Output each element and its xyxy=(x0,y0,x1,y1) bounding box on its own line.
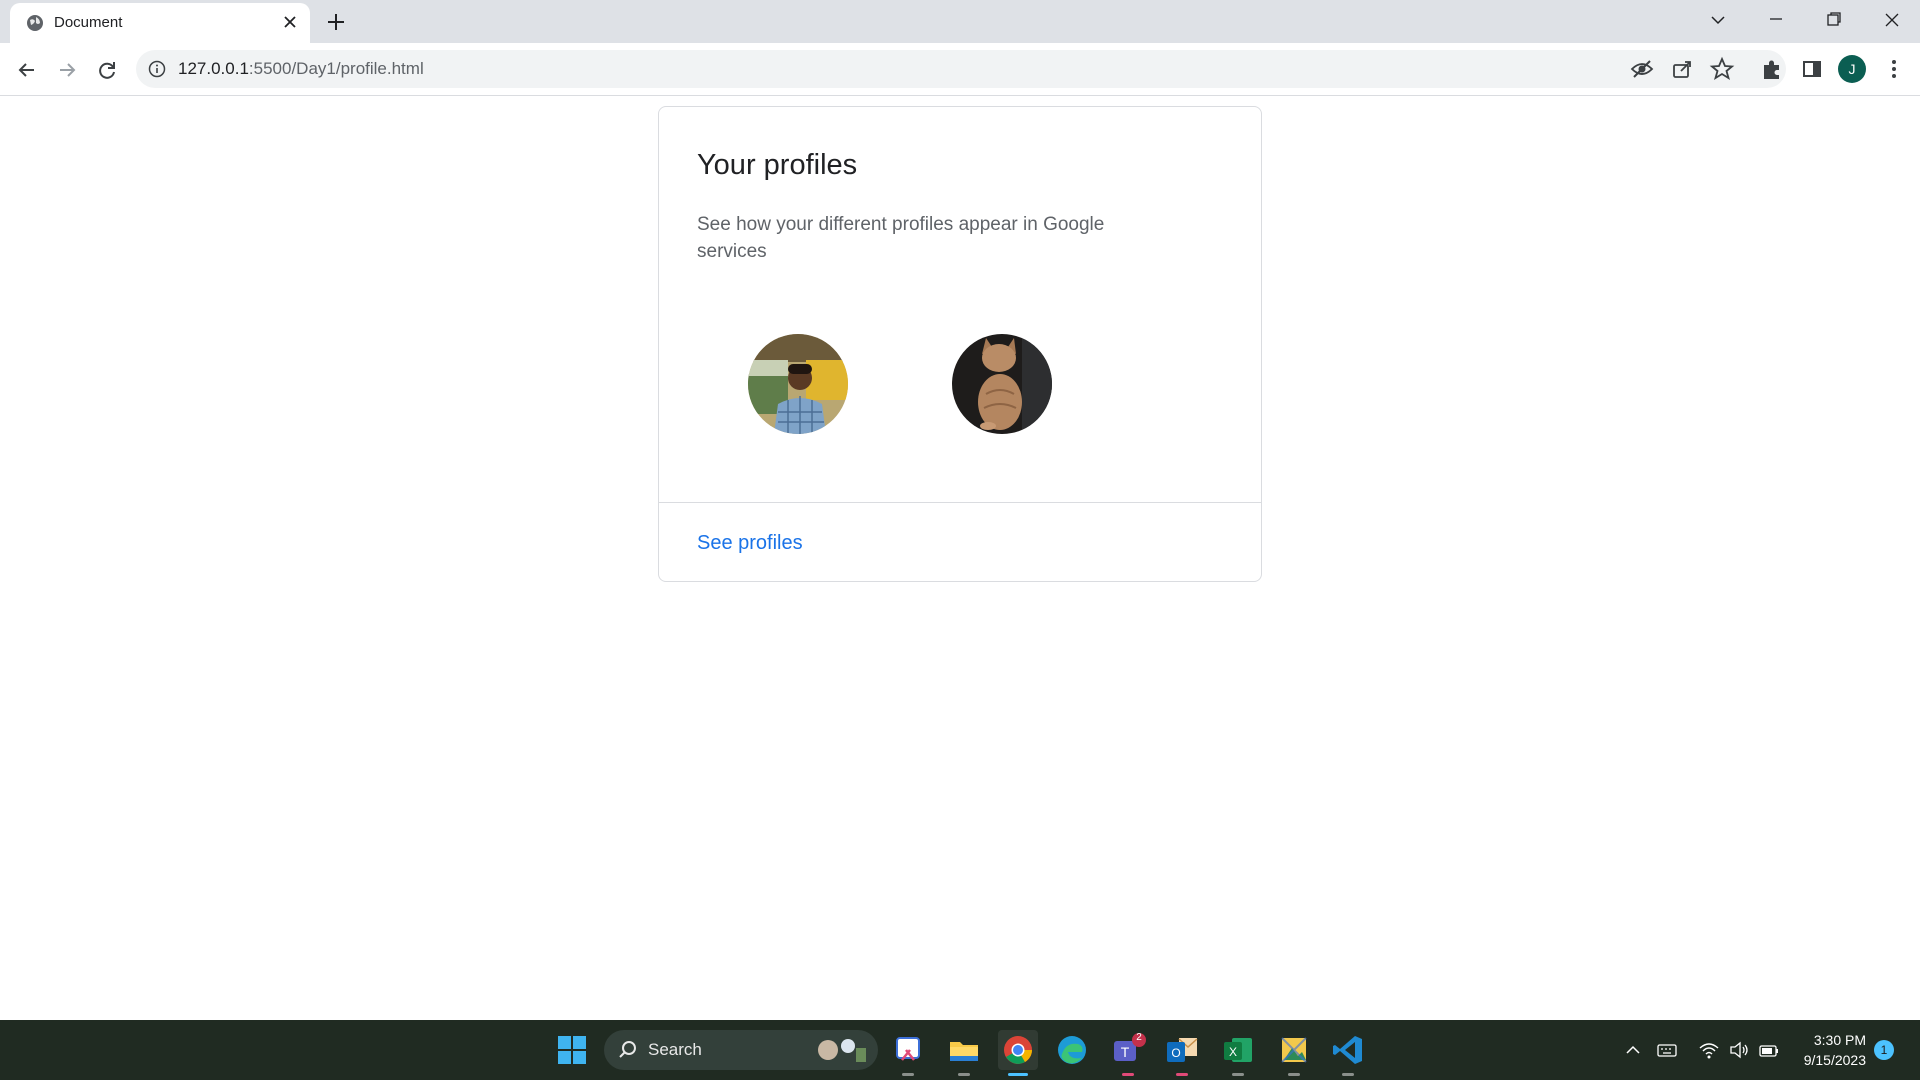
see-profiles-link[interactable]: See profiles xyxy=(697,532,803,555)
more-menu-icon[interactable] xyxy=(1880,55,1908,83)
url-text: 127.0.0.1:5500/Day1/profile.html xyxy=(178,59,424,79)
eye-off-icon[interactable] xyxy=(1628,55,1656,83)
forward-arrow-icon[interactable] xyxy=(52,55,82,85)
profile-avatar[interactable]: J xyxy=(1838,55,1866,83)
battery-icon[interactable] xyxy=(1758,1040,1780,1060)
svg-text:X: X xyxy=(1229,1045,1237,1059)
person-photo-icon xyxy=(748,334,848,434)
volume-icon[interactable] xyxy=(1728,1040,1750,1060)
taskbar-outlook[interactable]: O xyxy=(1162,1030,1202,1076)
bookmark-star-icon[interactable] xyxy=(1708,55,1736,83)
close-tab-icon[interactable] xyxy=(280,12,300,32)
teams-badge: 2 xyxy=(1136,1032,1142,1043)
taskbar-excel[interactable]: X xyxy=(1218,1030,1258,1076)
taskbar-chrome[interactable] xyxy=(998,1030,1038,1076)
close-window-icon[interactable] xyxy=(1876,6,1908,34)
start-button[interactable] xyxy=(552,1030,592,1070)
running-indicator xyxy=(1232,1073,1244,1076)
outlook-icon: O xyxy=(1167,1038,1198,1062)
taskbar-snipping-tool[interactable] xyxy=(888,1030,928,1076)
svg-text:O: O xyxy=(1171,1046,1180,1060)
tab-title: Document xyxy=(54,14,123,31)
taskbar-image-viewer[interactable] xyxy=(1274,1030,1314,1076)
search-label: Search xyxy=(648,1040,702,1059)
tab-document[interactable]: Document xyxy=(10,3,310,43)
search-highlight-icon xyxy=(818,1039,866,1062)
snipping-tool-icon xyxy=(896,1037,920,1061)
image-viewer-icon xyxy=(1281,1037,1307,1063)
back-arrow-icon[interactable] xyxy=(12,55,42,85)
cat-photo-icon xyxy=(952,334,1052,434)
notification-badge[interactable]: 1 xyxy=(1874,1040,1894,1060)
url-host: 127.0.0.1 xyxy=(178,59,249,78)
system-clock[interactable]: 3:30 PM 9/15/2023 xyxy=(1790,1030,1866,1070)
running-indicator xyxy=(958,1073,970,1076)
taskbar-search[interactable]: Search xyxy=(604,1030,878,1070)
share-icon[interactable] xyxy=(1668,55,1696,83)
card-description: See how your different profiles appear i… xyxy=(697,214,1105,262)
taskbar-vscode[interactable] xyxy=(1328,1030,1368,1076)
chrome-icon xyxy=(1004,1036,1032,1064)
clock-time: 3:30 PM xyxy=(1813,1032,1866,1048)
search-icon xyxy=(619,1041,636,1058)
vscode-icon xyxy=(1333,1036,1362,1064)
file-explorer-icon xyxy=(950,1042,978,1061)
windows-taskbar: Search T 2 O X 3:30 PM 9/15/2023 1 xyxy=(0,1020,1920,1080)
card-title: Your profiles xyxy=(697,149,858,181)
reload-icon[interactable] xyxy=(92,55,122,85)
edge-icon xyxy=(1058,1036,1086,1064)
url-path: :5500/Day1/profile.html xyxy=(248,59,424,78)
side-panel-icon[interactable] xyxy=(1798,55,1826,83)
profile-photo-cat[interactable] xyxy=(952,334,1052,434)
site-info-icon[interactable] xyxy=(148,60,166,78)
keyboard-icon[interactable] xyxy=(1656,1040,1678,1060)
running-indicator xyxy=(1342,1073,1354,1076)
wifi-icon[interactable] xyxy=(1698,1040,1720,1060)
svg-text:T: T xyxy=(1121,1044,1130,1060)
address-bar[interactable]: 127.0.0.1:5500/Day1/profile.html xyxy=(136,50,1786,88)
minimize-icon[interactable] xyxy=(1760,6,1792,34)
clock-date: 9/15/2023 xyxy=(1803,1052,1866,1068)
excel-icon: X xyxy=(1224,1038,1252,1062)
show-hidden-icons-chevron-icon[interactable] xyxy=(1622,1040,1644,1060)
windows-start-icon xyxy=(558,1036,586,1064)
running-indicator xyxy=(1288,1073,1300,1076)
new-tab-icon[interactable] xyxy=(324,10,348,34)
tab-search-chevron-icon[interactable] xyxy=(1702,6,1734,34)
running-indicator xyxy=(1176,1073,1188,1076)
restore-icon[interactable] xyxy=(1818,6,1850,34)
browser-titlebar: Document xyxy=(0,0,1920,43)
taskbar-edge[interactable] xyxy=(1052,1030,1092,1070)
profile-photo-person[interactable] xyxy=(748,334,848,434)
globe-icon xyxy=(27,15,43,31)
taskbar-teams[interactable]: T 2 xyxy=(1108,1030,1148,1076)
card-divider xyxy=(659,502,1261,503)
active-indicator xyxy=(1008,1073,1028,1076)
browser-toolbar: 127.0.0.1:5500/Day1/profile.html J xyxy=(0,43,1920,96)
running-indicator xyxy=(1122,1073,1134,1076)
profiles-card: Your profiles See how your different pro… xyxy=(658,106,1262,582)
taskbar-file-explorer[interactable] xyxy=(944,1030,984,1076)
extensions-puzzle-icon[interactable] xyxy=(1758,55,1786,83)
running-indicator xyxy=(902,1073,914,1076)
